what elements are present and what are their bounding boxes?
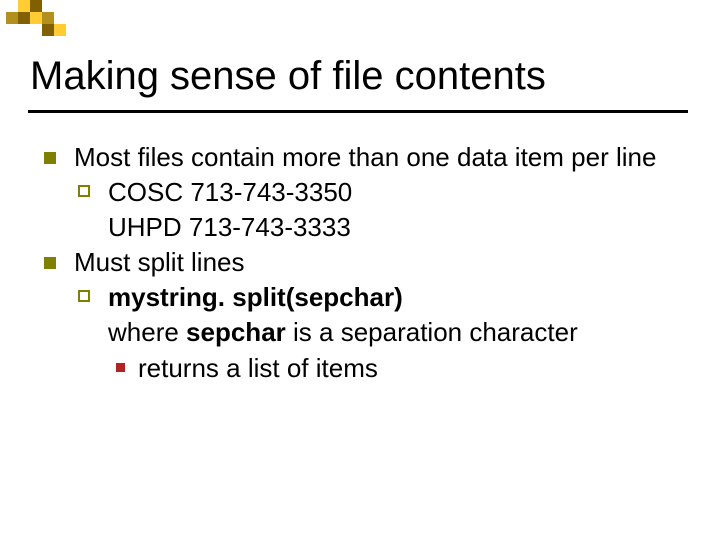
bullet-level1: Must split lines mystring. split(sepchar… [40, 245, 680, 385]
bullet-text-line2-bold: sepchar [186, 317, 286, 347]
bullet-level1: Most files contain more than one data it… [40, 140, 680, 245]
bullet-text: returns a list of items [138, 353, 378, 383]
bullet-level3: returns a list of items [108, 351, 680, 386]
bullet-text: Most files contain more than one data it… [74, 142, 656, 172]
bullet-text-line2-prefix: where [108, 317, 186, 347]
corner-decoration [0, 0, 120, 40]
bullet-text: COSC 713-743-3350 [108, 177, 352, 207]
bullet-text-line2: UHPD 713-743-3333 [108, 212, 351, 242]
bullet-level2: mystring. split(sepchar) where sepchar i… [74, 280, 680, 385]
square-bullet-icon [44, 152, 56, 164]
slide-title: Making sense of file contents [30, 54, 546, 98]
bullet-text-bold: mystring. split(sepchar) [108, 282, 403, 312]
small-square-bullet-icon [116, 363, 125, 372]
hollow-square-bullet-icon [78, 290, 90, 302]
bullet-text: Must split lines [74, 247, 245, 277]
hollow-square-bullet-icon [78, 185, 90, 197]
bullet-text-line2-suffix: is a separation character [293, 317, 578, 347]
square-bullet-icon [44, 257, 56, 269]
slide: Making sense of file contents Most files… [0, 0, 720, 540]
title-underline [28, 110, 688, 113]
bullet-level2: COSC 713-743-3350 UHPD 713-743-3333 [74, 175, 680, 245]
slide-body: Most files contain more than one data it… [40, 140, 680, 386]
